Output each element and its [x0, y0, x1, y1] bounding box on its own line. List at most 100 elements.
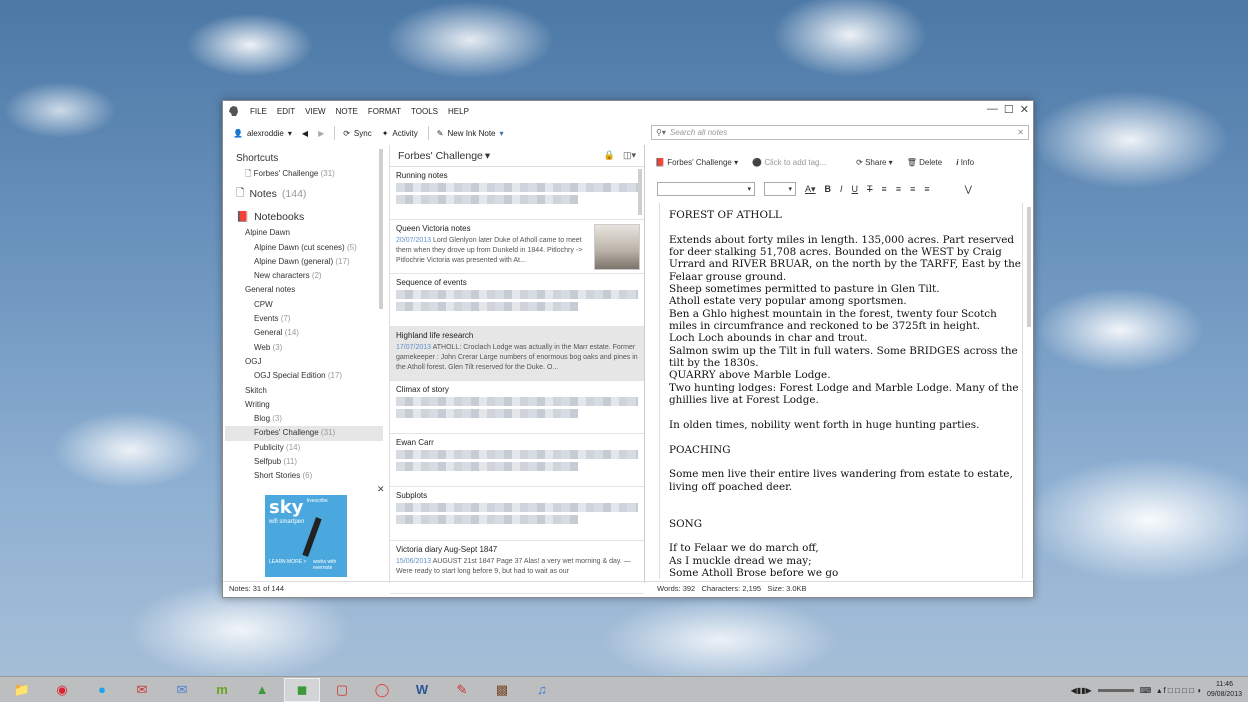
chevron-down-icon[interactable]: ▾	[485, 150, 490, 162]
ad-works-with: works with evernote	[313, 559, 337, 571]
image-editor-icon[interactable]: ▲	[244, 678, 280, 702]
notebook-item[interactable]: Selfpub (11)	[225, 455, 383, 469]
skitch-icon[interactable]: ✎	[444, 678, 480, 702]
search-input[interactable]: ⚲▾ Search all notes ✕	[651, 125, 1029, 140]
pdf-icon[interactable]: ▢	[324, 678, 360, 702]
note-title: Ewan Carr	[396, 437, 434, 447]
menu-file[interactable]: FILE	[245, 107, 272, 116]
notebook-item[interactable]: Blog (3)	[225, 412, 383, 426]
notebook-stack[interactable]: Writing	[225, 398, 383, 412]
notebook-stack[interactable]: OGJ	[225, 355, 383, 369]
font-color-icon[interactable]: A▾	[805, 184, 816, 195]
activity-button[interactable]: ✦ Activity	[382, 129, 418, 138]
notebooks-header[interactable]: 📕 Notebooks	[225, 206, 383, 226]
shortcuts-header[interactable]: Shortcuts	[225, 149, 383, 167]
notebook-item[interactable]: Publicity (14)	[225, 441, 383, 455]
align-center-icon[interactable]: ≡	[896, 184, 901, 194]
volume-slider[interactable]	[1097, 688, 1134, 692]
info-button[interactable]: i Info	[956, 158, 974, 167]
font-family-select[interactable]: ▾	[657, 182, 755, 196]
notebook-item[interactable]: New characters (2)	[225, 269, 383, 283]
media-controls-icon[interactable]: ◀▮▮▶	[1071, 686, 1092, 695]
notebook-item[interactable]: Events (7)	[225, 312, 383, 326]
note-snippet: 15/06/2013 AUGUST 21st 1847 Page 37 Alas…	[396, 557, 638, 577]
maximize-icon[interactable]: ☐	[1004, 103, 1014, 116]
editor-scrollbar[interactable]	[1027, 207, 1031, 327]
chrome-icon[interactable]: ◉	[44, 678, 80, 702]
justify-icon[interactable]: ≡	[924, 184, 929, 194]
ad-close-icon[interactable]: ✕	[377, 484, 385, 495]
tray-icons[interactable]: ▴ f □ □ □ □ ◑	[1157, 686, 1201, 695]
twitter-icon[interactable]: ●	[84, 678, 120, 702]
notebook-stack[interactable]: General notes	[225, 283, 383, 297]
note-card[interactable]: Queen Victoria notes 20/07/2013 Lord Glen…	[390, 220, 644, 274]
italic-icon[interactable]: I	[840, 184, 843, 194]
close-icon[interactable]: ✕	[1020, 103, 1029, 116]
underline-icon[interactable]: U	[852, 184, 859, 194]
clock[interactable]: 11:46 09/08/2013	[1207, 680, 1242, 700]
notebook-title[interactable]: Forbes' Challenge	[398, 150, 483, 162]
note-card[interactable]: Running notes	[390, 167, 644, 221]
gmail-icon[interactable]: ✉	[124, 678, 160, 702]
metro-m-icon[interactable]: m	[204, 678, 240, 702]
bold-icon[interactable]: B	[825, 184, 832, 194]
notebook-stack[interactable]: Alpine Dawn	[225, 226, 383, 240]
notes-header[interactable]: 🗋 Notes (144)	[225, 181, 383, 206]
menu-note[interactable]: NOTE	[331, 107, 363, 116]
shortcut-item[interactable]: 🗋 Forbes' Challenge (31)	[225, 167, 383, 181]
note-card[interactable]: Ewan Carr	[390, 434, 644, 488]
minimize-icon[interactable]: —	[987, 103, 998, 116]
messenger-icon[interactable]: ✉	[164, 678, 200, 702]
forward-button[interactable]: ▶	[318, 129, 324, 138]
align-left-icon[interactable]: ≡	[882, 184, 887, 194]
lock-icon[interactable]: 🔒	[604, 150, 615, 161]
tag-input[interactable]: ⚫ Click to add tag...	[752, 158, 826, 167]
note-body[interactable]: FOREST OF ATHOLL Extends about forty mil…	[659, 203, 1023, 579]
note-list-header: Forbes' Challenge ▾ 🔒 ◫▾	[390, 145, 644, 167]
note-paragraph	[669, 456, 1022, 468]
delete-button[interactable]: 🗑 Delete	[907, 158, 943, 167]
pocket-icon[interactable]: ◯	[364, 678, 400, 702]
notebook-item[interactable]: CPW	[225, 298, 383, 312]
sidebar-scrollbar[interactable]	[379, 149, 383, 309]
notebook-item[interactable]: Alpine Dawn (cut scenes) (5)	[225, 241, 383, 255]
itunes-icon[interactable]: ♫	[524, 678, 560, 702]
view-options-icon[interactable]: ◫▾	[623, 150, 636, 161]
note-list-scrollbar[interactable]	[638, 169, 642, 215]
note-card[interactable]: Victoria diary Aug-Sept 1847 15/06/2013 A…	[390, 541, 644, 595]
file-explorer-icon[interactable]: 📁	[4, 678, 40, 702]
notebook-item[interactable]: Alpine Dawn (general) (17)	[225, 255, 383, 269]
menu-format[interactable]: FORMAT	[363, 107, 406, 116]
notebook-item[interactable]: Short Stories (6)	[225, 469, 383, 481]
more-formatting-icon[interactable]: ⋁	[965, 184, 972, 195]
note-card[interactable]: Climax of story	[390, 381, 644, 434]
align-right-icon[interactable]: ≡	[910, 184, 915, 194]
notebook-item[interactable]: Web (3)	[225, 341, 383, 355]
back-button[interactable]: ◀	[302, 129, 308, 138]
notebook-item[interactable]: Forbes' Challenge (31)	[225, 426, 383, 441]
notebook-selector[interactable]: 📕 Forbes' Challenge ▾	[655, 158, 738, 167]
menu-tools[interactable]: TOOLS	[406, 107, 443, 116]
word-icon[interactable]: W	[404, 678, 440, 702]
font-size-select[interactable]: ▾	[764, 182, 796, 196]
notebook-stack[interactable]: Skitch	[225, 384, 383, 398]
share-button[interactable]: ⟳ Share ▾	[856, 158, 893, 167]
library-icon[interactable]: ▩	[484, 678, 520, 702]
evernote-icon[interactable]: ◼	[284, 677, 320, 702]
keyboard-icon[interactable]: ⌨	[1140, 686, 1152, 695]
notebook-item[interactable]: OGJ Special Edition (17)	[225, 369, 383, 383]
account-button[interactable]: 👤 alexroddie ▾	[233, 129, 292, 138]
advertisement[interactable]: sky livescribe wifi smartpen LEARN MORE …	[265, 495, 347, 577]
new-ink-note-button[interactable]: ✎ New Ink Note ▾	[437, 129, 504, 138]
note-card[interactable]: Highland life research 17/07/2013 ATHOLL:…	[390, 327, 644, 381]
menu-edit[interactable]: EDIT	[272, 107, 300, 116]
note-card[interactable]: Sequence of events	[390, 274, 644, 328]
strikethrough-icon[interactable]: T	[867, 184, 873, 194]
clear-search-icon[interactable]: ✕	[1017, 128, 1024, 137]
notebook-icon: 📕	[236, 211, 250, 224]
sync-button[interactable]: ⟳ Sync	[343, 129, 372, 138]
notebook-item[interactable]: General (14)	[225, 326, 383, 340]
menu-view[interactable]: VIEW	[300, 107, 330, 116]
note-card[interactable]: Subplots	[390, 487, 644, 541]
menu-help[interactable]: HELP	[443, 107, 474, 116]
